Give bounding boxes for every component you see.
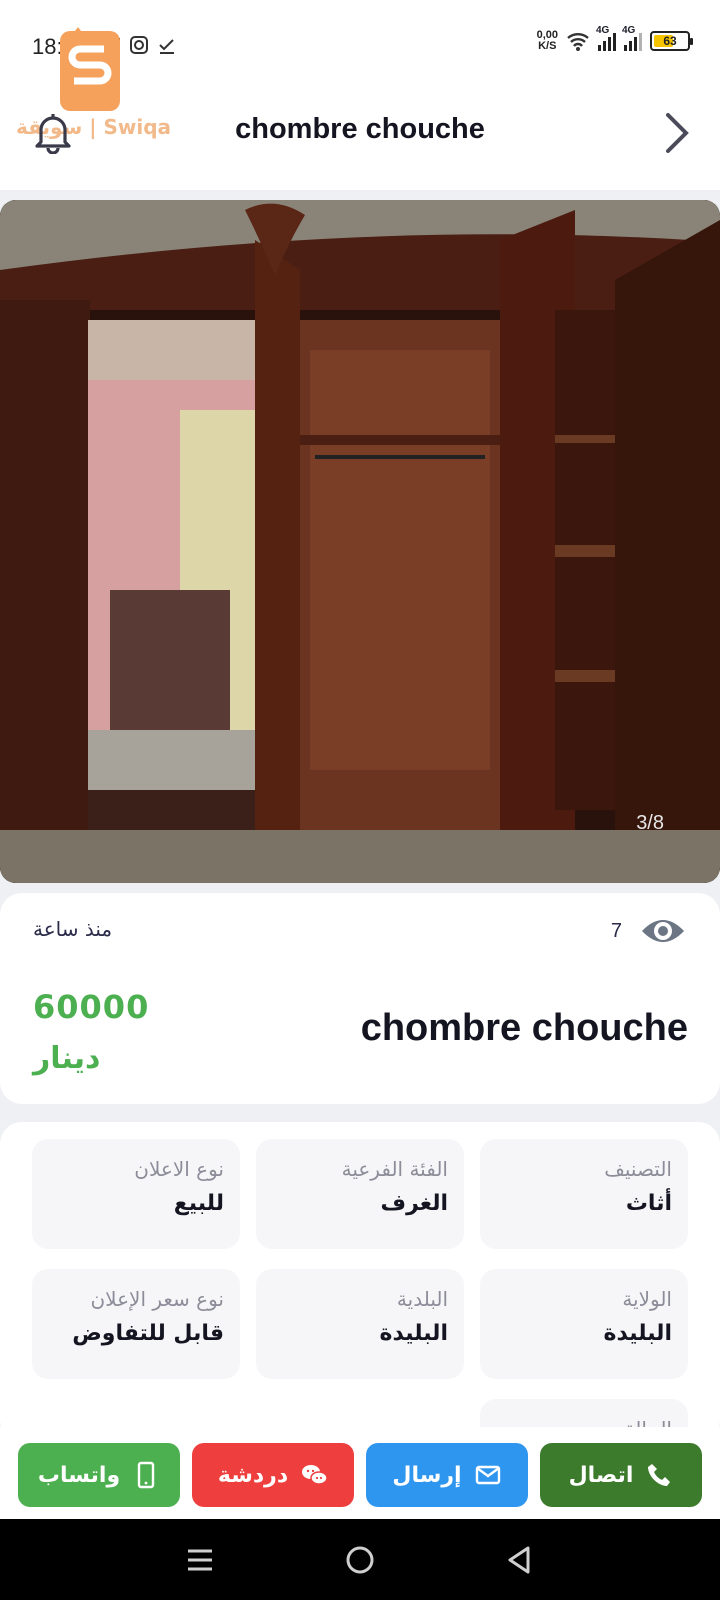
home-icon[interactable]: [342, 1542, 378, 1578]
mobile-phone-icon: [137, 1461, 155, 1489]
listing-details-card: التصنيف أثاث الفئة الفرعية الغرف نوع الا…: [0, 1122, 720, 1509]
call-label: اتصال: [568, 1462, 634, 1488]
signal-icon-1: 4G: [596, 25, 616, 51]
battery-icon: 63: [650, 31, 693, 51]
send-button[interactable]: إرسال: [366, 1443, 528, 1507]
phone-icon: [648, 1464, 671, 1486]
views-count: 7: [610, 919, 622, 942]
price-value: 60000: [33, 988, 150, 1026]
chat-bubbles-icon: [302, 1465, 328, 1485]
mail-icon: [475, 1465, 500, 1485]
whatsapp-button[interactable]: واتساب: [18, 1443, 180, 1507]
call-button[interactable]: اتصال: [540, 1443, 702, 1507]
send-label: إرسال: [392, 1462, 462, 1488]
attr-category: التصنيف أثاث: [480, 1139, 688, 1249]
system-status: 0,00 K/S 4G 4G 63: [536, 25, 693, 52]
attr-ad-type: نوع الاعلان للبيع: [32, 1139, 240, 1249]
chat-button[interactable]: دردشة: [192, 1443, 354, 1507]
wifi-icon: [567, 33, 589, 51]
back-icon[interactable]: [502, 1542, 538, 1578]
attr-price-type: نوع سعر الإعلان قابل للتفاوض: [32, 1269, 240, 1379]
photo-counter: 3/8: [636, 812, 664, 834]
price-currency: دينار: [33, 1041, 101, 1076]
views-counter: 7: [611, 915, 686, 947]
chat-label: دردشة: [217, 1462, 289, 1488]
attr-subcategory: الفئة الفرعية الغرف: [256, 1139, 464, 1249]
system-nav-bar: [0, 1519, 720, 1600]
posted-time: منذ ساعة: [33, 917, 113, 941]
action-bar: واتساب دردشة إرسال اتصال: [0, 1427, 720, 1519]
app-header: سويقة | Swiqa chombre chouche: [0, 27, 720, 190]
listing-info-card: 7 منذ ساعة 60000 دينار chombre chouche: [0, 893, 720, 1104]
listing-title: chombre chouche: [360, 1007, 688, 1049]
net-speed: 0,00 K/S: [536, 29, 558, 52]
wardrobe-photo-image: [0, 200, 720, 883]
signal-icon-2: 4G: [622, 25, 642, 51]
attr-wilaya: الولاية البليدة: [480, 1269, 688, 1379]
menu-icon[interactable]: [182, 1542, 218, 1578]
listing-photo[interactable]: 3/8: [0, 200, 720, 883]
logo-badge-icon: [60, 27, 120, 111]
whatsapp-label: واتساب: [37, 1462, 121, 1488]
page-title: chombre chouche: [235, 113, 485, 145]
chevron-right-icon[interactable]: [662, 111, 692, 155]
attr-municipality: البلدية البليدة: [256, 1269, 464, 1379]
eye-icon: [642, 920, 684, 942]
